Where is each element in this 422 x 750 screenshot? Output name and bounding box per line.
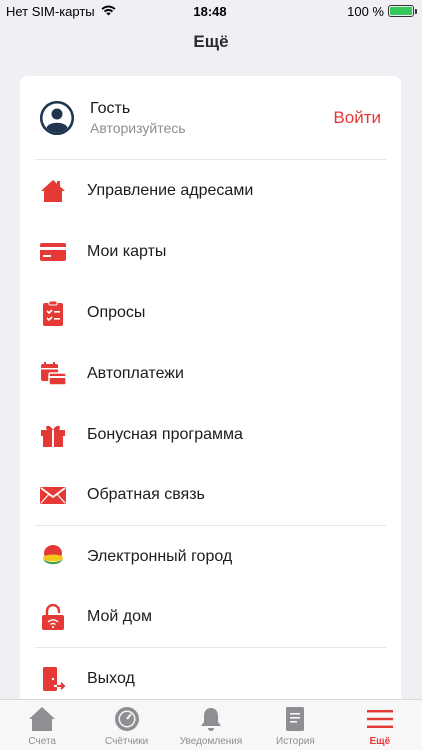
profile-row: Гость Авторизуйтесь Войти [35,76,386,160]
card-icon [40,239,66,265]
tab-label: Счётчики [105,736,149,747]
tab-label: Ещё [369,736,391,747]
menu-item-my-home[interactable]: Мой дом [35,587,386,648]
hamburger-icon [366,704,393,734]
menu-item-label: Электронный город [87,547,233,565]
profile-subtitle: Авторизуйтесь [90,119,186,136]
tab-more[interactable]: Ещё [338,700,422,750]
menu-item-label: Управление адресами [87,181,254,199]
tab-meters[interactable]: Счётчики [84,700,168,750]
menu-item-addresses[interactable]: Управление адресами [35,160,386,221]
menu-card: Гость Авторизуйтесь Войти Управление адр… [20,76,401,716]
menu-item-cards[interactable]: Мои карты [35,221,386,282]
menu-item-autopayments[interactable]: Автоплатежи [35,343,386,404]
gift-icon [40,422,66,448]
exit-door-icon [40,666,66,692]
carrier-label: Нет SIM-карты [6,3,95,19]
menu-item-feedback[interactable]: Обратная связь [35,465,386,526]
menu-item-label: Бонусная программа [87,425,243,443]
menu-item-label: Автоплатежи [87,364,184,382]
tab-history[interactable]: История [253,700,337,750]
smart-lock-icon [40,604,66,630]
clipboard-icon [40,300,66,326]
avatar [40,100,74,135]
user-silhouette-icon [40,100,74,135]
menu-item-ecity[interactable]: Электронный город [35,526,386,587]
profile-name: Гость [90,99,131,117]
clock: 18:48 [193,3,227,19]
menu-item-bonus[interactable]: Бонусная программа [35,404,386,465]
house-icon [40,178,66,204]
document-icon [284,704,306,734]
tab-label: Уведомления [179,736,243,747]
tab-notifications[interactable]: Уведомления [169,700,253,750]
battery-icon [388,5,417,17]
menu-item-label: Выход [87,669,135,687]
menu-item-label: Опросы [87,303,146,321]
city-logo-icon [40,544,66,570]
tab-label: История [276,736,315,747]
login-button[interactable]: Войти [333,108,381,128]
status-bar: Нет SIM-карты 18:48 100 % [0,0,422,22]
bell-icon [199,704,223,734]
house-icon [28,704,56,734]
menu-item-label: Мой дом [87,608,153,625]
profile-text: Гость Авторизуйтесь [90,99,333,137]
tab-accounts[interactable]: Счета [0,700,84,750]
menu-item-label: Мои карты [87,242,167,260]
battery-fill [390,7,412,15]
menu-item-label: Обратная связь [87,486,205,503]
battery-percent: 100 % [347,3,384,19]
tab-bar: Счета Счётчики Уведомления История Ещё [0,699,422,750]
wifi-icon [101,4,116,19]
meter-icon [114,704,140,734]
menu-item-surveys[interactable]: Опросы [35,282,386,343]
envelope-icon [40,482,66,508]
calendar-card-icon [40,361,66,387]
page-title: Ещё [193,32,229,51]
tab-label: Счета [28,736,56,747]
